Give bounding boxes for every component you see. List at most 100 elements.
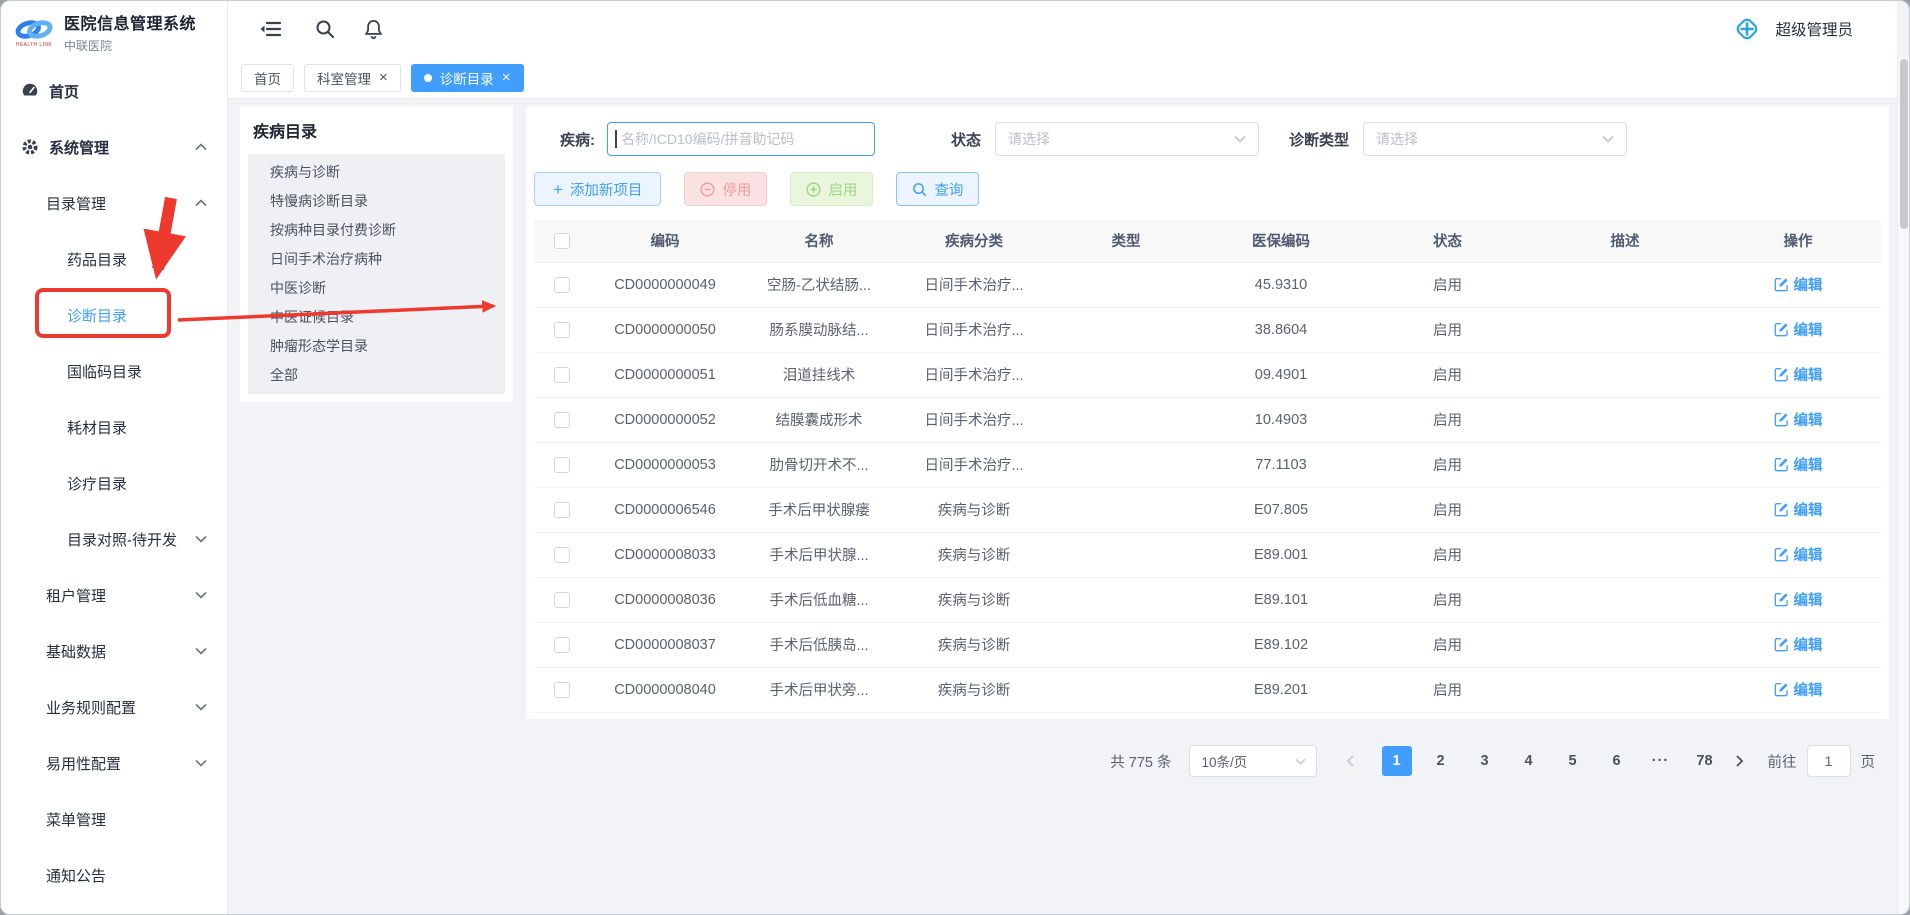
prev-page-button[interactable] (1336, 746, 1366, 776)
collapse-menu-icon[interactable] (259, 20, 281, 38)
edit-button[interactable]: 编辑 (1774, 274, 1823, 295)
select-all-cell (534, 220, 590, 262)
vertical-scrollbar[interactable] (1897, 57, 1909, 914)
row-checkbox[interactable] (554, 412, 570, 428)
bell-icon[interactable] (364, 19, 383, 39)
edit-button[interactable]: 编辑 (1774, 364, 1823, 385)
next-page-button[interactable] (1735, 755, 1744, 767)
page-tab[interactable]: 首页 (241, 64, 294, 92)
catalog-item[interactable]: 日间手术治疗病种 (248, 245, 505, 274)
add-item-button[interactable]: + 添加新项目 (534, 172, 661, 206)
tab-label: 首页 (254, 68, 281, 88)
page-number-button[interactable]: 78 (1690, 746, 1720, 776)
edit-button[interactable]: 编辑 (1774, 544, 1823, 565)
edit-button[interactable]: 编辑 (1774, 409, 1823, 430)
sidebar-item[interactable]: 诊断目录 (1, 287, 227, 343)
page-number-button[interactable]: 3 (1470, 746, 1500, 776)
page-number-button[interactable]: ··· (1646, 746, 1676, 776)
sidebar-item[interactable]: 目录对照-待开发 (1, 511, 227, 567)
chevron-icon (195, 535, 207, 543)
row-checkbox[interactable] (554, 502, 570, 518)
catalog-item[interactable]: 中医证候目录 (248, 303, 505, 332)
row-checkbox[interactable] (554, 682, 570, 698)
edit-button[interactable]: 编辑 (1774, 319, 1823, 340)
tab-close-icon[interactable]: × (502, 70, 511, 85)
row-checkbox[interactable] (554, 367, 570, 383)
catalog-item[interactable]: 全部 (248, 361, 505, 390)
chevron-icon (195, 647, 207, 655)
page-tab[interactable]: 科室管理 × (304, 64, 401, 92)
catalog-item[interactable]: 肿瘤形态学目录 (248, 332, 505, 361)
row-checkbox[interactable] (554, 322, 570, 338)
plus-circle-icon (806, 182, 821, 197)
cell-category: 日间手术治疗... (898, 442, 1050, 487)
page-number-button[interactable]: 2 (1426, 746, 1456, 776)
row-checkbox[interactable] (554, 277, 570, 293)
sidebar-item[interactable]: 耗材目录 (1, 399, 227, 455)
search-icon[interactable] (315, 19, 335, 39)
row-checkbox[interactable] (554, 592, 570, 608)
cell-code: CD0000008036 (590, 577, 740, 622)
disable-button[interactable]: 停用 (684, 172, 767, 206)
diagnosis-type-filter-label: 诊断类型 (1289, 129, 1349, 150)
status-select[interactable]: 请选择 (995, 122, 1259, 156)
sidebar-item[interactable]: 首页 (1, 63, 227, 119)
sidebar-item[interactable]: 业务规则配置 (1, 679, 227, 735)
app-title: 医院信息管理系统 (64, 10, 196, 34)
sidebar-item[interactable]: 国临码目录 (1, 343, 227, 399)
page-size-select[interactable]: 10条/页 (1189, 745, 1317, 777)
sidebar-item[interactable]: 系统管理 (1, 119, 227, 175)
text-caret (615, 130, 617, 148)
page-number-button[interactable]: 4 (1514, 746, 1544, 776)
sidebar-item-icon (21, 138, 39, 156)
select-all-checkbox[interactable] (554, 233, 570, 249)
cell-category: 疾病与诊断 (898, 487, 1050, 532)
table-row: CD0000008036 手术后低血糖... 疾病与诊断 E89.101 启用 … (534, 577, 1881, 622)
sidebar-item[interactable]: 易用性配置 (1, 735, 227, 791)
diagnosis-type-select[interactable]: 请选择 (1363, 122, 1627, 156)
table-row: CD0000000053 肋骨切开术不... 日间手术治疗... 77.1103… (534, 442, 1881, 487)
catalog-item[interactable]: 按病种目录付费诊断 (248, 216, 505, 245)
cell-status: 启用 (1360, 487, 1535, 532)
scrollbar-thumb[interactable] (1900, 59, 1908, 229)
disease-search-input[interactable] (607, 122, 875, 156)
edit-button[interactable]: 编辑 (1774, 679, 1823, 700)
edit-button[interactable]: 编辑 (1774, 589, 1823, 610)
row-checkbox[interactable] (554, 547, 570, 563)
cell-code: CD0000008037 (590, 622, 740, 667)
sidebar-item[interactable]: 租户管理 (1, 567, 227, 623)
sidebar-item[interactable]: 诊疗目录 (1, 455, 227, 511)
cell-code: CD0000000052 (590, 397, 740, 442)
tab-close-icon[interactable]: × (379, 70, 388, 85)
row-checkbox[interactable] (554, 637, 570, 653)
user-menu[interactable]: 超级管理员 (1731, 13, 1853, 45)
sidebar-item[interactable]: 菜单管理 (1, 791, 227, 847)
page-number-button[interactable]: 6 (1602, 746, 1632, 776)
enable-button[interactable]: 启用 (790, 172, 873, 206)
goto-page-input[interactable] (1807, 745, 1851, 777)
sidebar-item[interactable]: 药品目录 (1, 231, 227, 287)
page-tab[interactable]: 诊断目录 × (411, 64, 524, 92)
catalog-item[interactable]: 疾病与诊断 (248, 158, 505, 187)
catalog-item[interactable]: 中医诊断 (248, 274, 505, 303)
catalog-item[interactable]: 特慢病诊断目录 (248, 187, 505, 216)
edit-button[interactable]: 编辑 (1774, 634, 1823, 655)
sidebar-item-label: 易用性配置 (46, 753, 121, 774)
sidebar-item[interactable]: 通知公告 (1, 847, 227, 903)
sidebar-item[interactable]: 基础数据 (1, 623, 227, 679)
sidebar-item-label: 诊疗目录 (67, 473, 127, 494)
chevron-down-icon (1295, 758, 1306, 765)
disease-filter-label: 疾病: (560, 129, 595, 150)
edit-button[interactable]: 编辑 (1774, 454, 1823, 475)
sidebar-item[interactable]: 目录管理 (1, 175, 227, 231)
chevron-icon (195, 143, 207, 151)
query-button[interactable]: 查询 (896, 172, 979, 206)
page-number-button[interactable]: 5 (1558, 746, 1588, 776)
row-checkbox-cell (534, 307, 590, 352)
cell-status: 启用 (1360, 262, 1535, 307)
edit-icon (1774, 322, 1789, 337)
page-number-button[interactable]: 1 (1382, 746, 1412, 776)
cell-code: CD0000006546 (590, 487, 740, 532)
edit-button[interactable]: 编辑 (1774, 499, 1823, 520)
row-checkbox[interactable] (554, 457, 570, 473)
